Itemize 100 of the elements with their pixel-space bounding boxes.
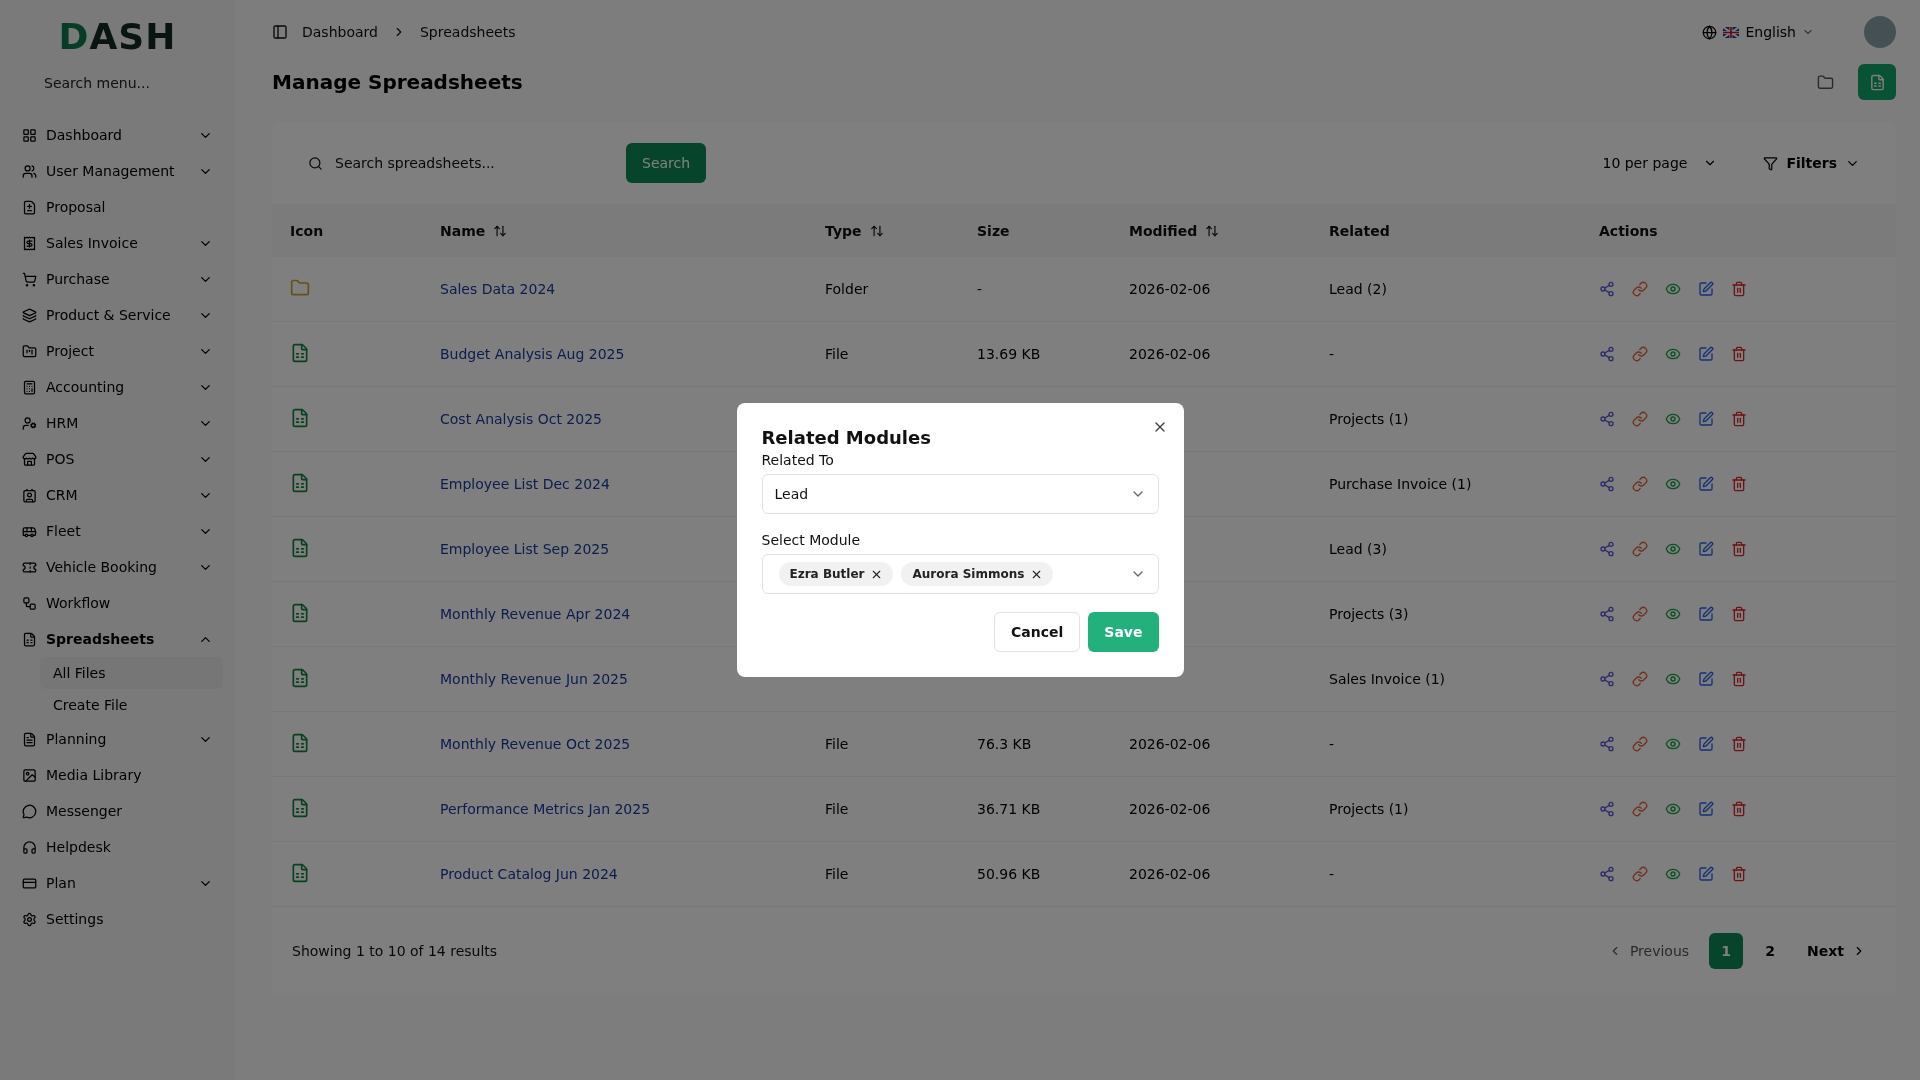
module-tag[interactable]: Aurora Simmons (901, 562, 1054, 586)
edit-icon[interactable] (1698, 736, 1714, 752)
view-icon[interactable] (1665, 866, 1681, 882)
edit-icon[interactable] (1698, 606, 1714, 622)
delete-icon[interactable] (1731, 346, 1747, 362)
sidebar-item[interactable]: Fleet (12, 513, 223, 549)
edit-icon[interactable] (1698, 411, 1714, 427)
edit-icon[interactable] (1698, 671, 1714, 687)
sidebar-item[interactable]: CRM (12, 477, 223, 513)
language-selector[interactable]: English (1696, 23, 1820, 41)
file-name-link[interactable]: Monthly Revenue Jun 2025 (440, 671, 628, 687)
delete-icon[interactable] (1731, 606, 1747, 622)
file-name-link[interactable]: Cost Analysis Oct 2025 (440, 411, 602, 427)
delete-icon[interactable] (1731, 801, 1747, 817)
sidebar-item[interactable]: Accounting (12, 369, 223, 405)
user-avatar[interactable] (1864, 16, 1896, 48)
sidebar-item[interactable]: Proposal (12, 189, 223, 225)
view-icon[interactable] (1665, 541, 1681, 557)
save-button[interactable]: Save (1088, 612, 1159, 652)
share-icon[interactable] (1599, 346, 1615, 362)
share-icon[interactable] (1599, 801, 1615, 817)
module-multiselect[interactable]: Ezra Butler Aurora Simmons (761, 554, 1159, 594)
link-icon[interactable] (1632, 606, 1648, 622)
file-name-link[interactable]: Budget Analysis Aug 2025 (440, 346, 625, 362)
module-tag[interactable]: Ezra Butler (778, 562, 894, 586)
view-icon[interactable] (1665, 476, 1681, 492)
sidebar-item[interactable]: Sales Invoice (12, 225, 223, 261)
delete-icon[interactable] (1731, 671, 1747, 687)
sidebar-item[interactable]: Vehicle Booking (12, 549, 223, 585)
breadcrumb-link[interactable]: Spreadsheets (419, 24, 516, 40)
sidebar-item[interactable]: HRM (12, 405, 223, 441)
sidebar-item[interactable]: Messenger (12, 793, 223, 829)
share-icon[interactable] (1599, 736, 1615, 752)
sidebar-item[interactable]: Planning (12, 721, 223, 757)
edit-icon[interactable] (1698, 866, 1714, 882)
delete-icon[interactable] (1731, 736, 1747, 752)
share-icon[interactable] (1599, 541, 1615, 557)
link-icon[interactable] (1632, 411, 1648, 427)
delete-icon[interactable] (1731, 866, 1747, 882)
cancel-button[interactable]: Cancel (994, 612, 1081, 652)
edit-icon[interactable] (1698, 541, 1714, 557)
file-name-link[interactable]: Monthly Revenue Apr 2024 (440, 606, 631, 622)
file-name-link[interactable]: Sales Data 2024 (440, 281, 556, 297)
sidebar-item[interactable]: Plan (12, 865, 223, 901)
link-icon[interactable] (1632, 281, 1648, 297)
file-name-link[interactable]: Employee List Sep 2025 (440, 541, 610, 557)
share-icon[interactable] (1599, 476, 1615, 492)
sidebar-item[interactable]: User Management (12, 153, 223, 189)
column-header[interactable]: Modified (1129, 222, 1198, 239)
menu-search-field[interactable]: Search menu... (42, 74, 220, 92)
file-name-link[interactable]: Performance Metrics Jan 2025 (440, 801, 651, 817)
view-icon[interactable] (1665, 606, 1681, 622)
view-icon[interactable] (1665, 281, 1681, 297)
sidebar-item[interactable]: Dashboard (12, 117, 223, 153)
delete-icon[interactable] (1731, 281, 1747, 297)
view-icon[interactable] (1665, 736, 1681, 752)
sidebar-item[interactable]: Media Library (12, 757, 223, 793)
link-icon[interactable] (1632, 671, 1648, 687)
column-header[interactable]: Name (440, 222, 486, 239)
search-field[interactable]: Search spreadsheets... (333, 154, 606, 172)
sidebar-item[interactable]: Workflow (12, 585, 223, 621)
link-icon[interactable] (1632, 541, 1648, 557)
view-icon[interactable] (1665, 411, 1681, 427)
breadcrumb-link[interactable]: Dashboard (302, 24, 378, 40)
share-icon[interactable] (1599, 671, 1615, 687)
sidebar-subitem[interactable]: All Files (40, 657, 223, 689)
file-name-link[interactable]: Monthly Revenue Oct 2025 (440, 736, 631, 752)
sort-icon[interactable] (869, 223, 884, 238)
view-icon[interactable] (1665, 801, 1681, 817)
edit-icon[interactable] (1698, 476, 1714, 492)
sidebar-item[interactable]: Settings (12, 901, 223, 937)
sidebar-item[interactable]: POS (12, 441, 223, 477)
sort-icon[interactable] (493, 223, 508, 238)
link-icon[interactable] (1632, 476, 1648, 492)
sidebar-item[interactable]: Product & Service (12, 297, 223, 333)
file-name-link[interactable]: Employee List Dec 2024 (440, 476, 610, 492)
view-icon[interactable] (1665, 671, 1681, 687)
sidebar-subitem[interactable]: Create File (40, 689, 223, 721)
edit-icon[interactable] (1698, 346, 1714, 362)
next-button[interactable]: Next (1797, 933, 1876, 969)
view-icon[interactable] (1665, 346, 1681, 362)
edit-icon[interactable] (1698, 801, 1714, 817)
sidebar-item[interactable]: Purchase (12, 261, 223, 297)
share-icon[interactable] (1599, 281, 1615, 297)
sidebar-item[interactable]: Helpdesk (12, 829, 223, 865)
page-button[interactable]: 2 (1753, 933, 1788, 969)
related-to-select[interactable]: Lead (761, 474, 1159, 514)
share-icon[interactable] (1599, 606, 1615, 622)
sidebar-item[interactable]: Project (12, 333, 223, 369)
page-button[interactable]: 1 (1709, 933, 1744, 969)
column-header[interactable]: Type (825, 222, 862, 239)
delete-icon[interactable] (1731, 411, 1747, 427)
search-button[interactable]: Search (626, 143, 707, 183)
link-icon[interactable] (1632, 736, 1648, 752)
edit-icon[interactable] (1698, 281, 1714, 297)
link-icon[interactable] (1632, 346, 1648, 362)
link-icon[interactable] (1632, 866, 1648, 882)
new-file-button[interactable] (1858, 64, 1896, 100)
link-icon[interactable] (1632, 801, 1648, 817)
delete-icon[interactable] (1731, 476, 1747, 492)
